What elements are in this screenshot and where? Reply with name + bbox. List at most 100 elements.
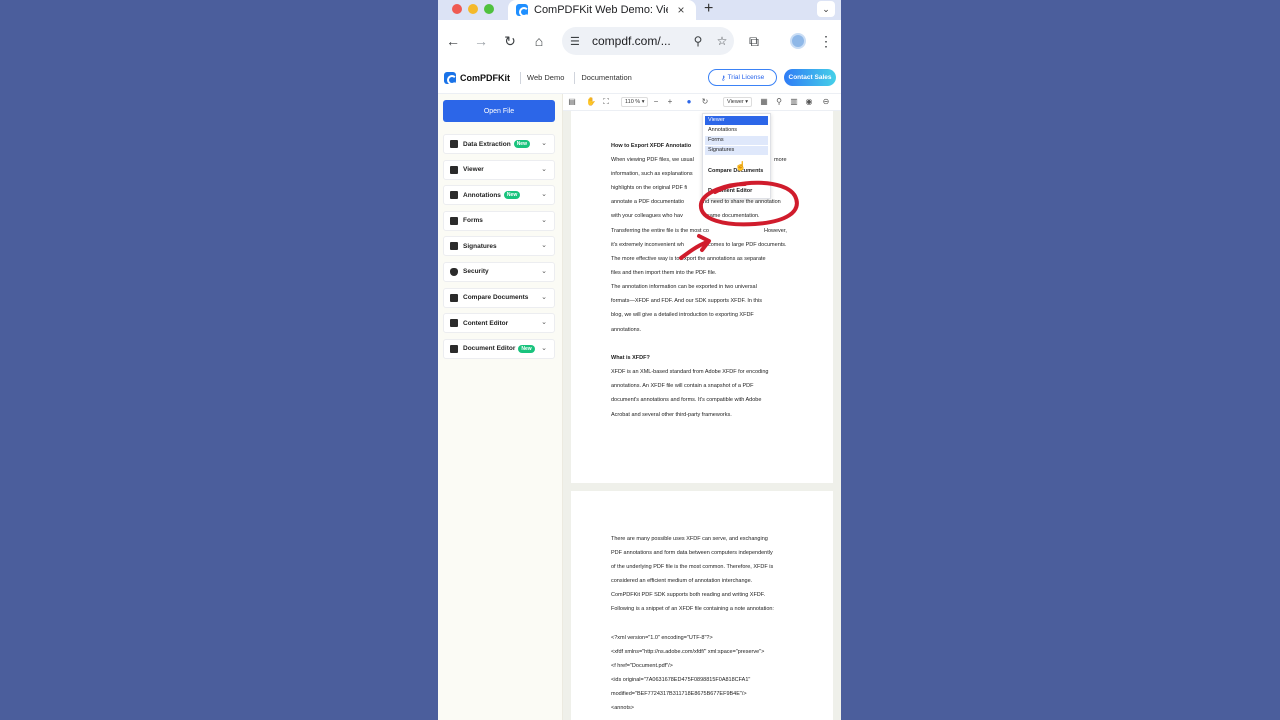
chevron-down-icon: ⌄ [541,319,547,327]
zoom-in-icon[interactable]: + [665,97,675,107]
tab-search-button[interactable]: ⌄ [817,1,835,17]
code-line: modified="BEF7724317B311718E8675B677EF9B… [611,691,747,697]
doc-text-line: with your colleagues who hav [611,213,683,219]
document-icon[interactable]: ▦ [759,97,769,107]
pan-hand-icon[interactable]: ✋ [586,97,596,107]
forward-icon[interactable]: → [472,32,490,50]
layout-icon[interactable]: ▥ [789,97,799,107]
compdfkit-logo-icon[interactable] [444,71,457,85]
red-circle-annotation [679,180,799,260]
profile-avatar[interactable] [790,33,806,49]
compare-documents-icon [450,293,458,302]
url-text[interactable]: compdf.com/... [592,34,686,48]
sidebar-item-compare-documents[interactable]: Compare Documents ⌄ [443,287,555,308]
doc-text-line: XFDF is an XML-based standard from Adobe… [611,369,769,375]
window-minimize-button[interactable] [468,4,478,14]
sidebar-item-viewer[interactable]: Viewer ⌄ [443,159,555,180]
nav-web-demo[interactable]: Web Demo [527,73,564,82]
code-line: <annots> [611,705,634,711]
doc-text-fragment: more [774,157,787,163]
menu-item-signatures[interactable]: Signatures [705,146,768,155]
contact-sales-button[interactable]: Contact Sales [784,69,836,86]
doc-subheading: What is XFDF? [611,355,650,361]
site-header: ComPDFKit Web Demo Documentation ⚷ Trial… [438,62,841,94]
code-line: <ids original="7A0631678ED475F0898815F0A… [611,677,751,683]
home-icon[interactable]: ⌂ [530,32,548,50]
more-options-icon[interactable]: ⊖ [821,97,831,107]
chevron-down-icon: ⌄ [541,140,547,147]
key-icon: ⚷ [720,74,726,82]
brand-name[interactable]: ComPDFKit [460,73,510,83]
theme-dot-icon[interactable]: ● [684,97,694,107]
tab-strip: ComPDFKit Web Demo: Viewer × + ⌄ [438,0,841,20]
trial-license-label: Trial License [727,74,765,81]
doc-text-line: blog, we will give a detailed introducti… [611,312,754,318]
feature-sidebar: Open File Data Extraction New ⌄ Viewer ⌄… [438,94,563,720]
nav-documentation[interactable]: Documentation [581,73,631,82]
window-maximize-button[interactable] [484,4,494,14]
doc-text-line: The annotation information can be export… [611,284,757,290]
doc-text-line: annotations. [611,327,641,333]
sidebar-item-annotations[interactable]: Annotations New ⌄ [443,185,555,206]
code-line: <f href="Document.pdf"/> [611,663,673,669]
extensions-icon[interactable]: ⧉ [745,32,763,50]
trial-license-button[interactable]: ⚷ Trial License [708,69,777,86]
browser-menu-icon[interactable]: ⋮ [817,32,835,50]
data-extraction-icon [450,140,458,148]
zoom-out-icon[interactable]: − [651,97,661,107]
doc-text-line: Following is a snippet of an XFDF file c… [611,606,774,612]
chevron-down-icon: ⌄ [541,191,547,199]
document-editor-icon [450,344,458,353]
header-divider [574,71,576,84]
doc-text-line: ComPDFKit PDF SDK supports both reading … [611,592,766,598]
window-close-button[interactable] [452,4,462,14]
fit-page-icon[interactable]: ⛶ [601,97,611,107]
menu-item-forms[interactable]: Forms [705,136,768,145]
omnibox[interactable]: ☰ compdf.com/... ⚲ ☆ [562,27,734,55]
sidebar-item-document-editor[interactable]: Document Editor New ⌄ [443,338,555,359]
sidebar-item-security[interactable]: Security ⌄ [443,261,555,282]
new-tab-button[interactable]: + [704,0,713,18]
menu-item-annotations[interactable]: Annotations [705,126,768,135]
browser-tab[interactable]: ComPDFKit Web Demo: Viewer × [508,0,696,20]
sidebar-item-data-extraction[interactable]: Data Extraction New ⌄ [443,134,555,154]
doc-text-line: files and then import them into the PDF … [611,270,717,276]
chevron-down-icon: ⌄ [541,293,547,301]
doc-text-line: When viewing PDF files, we usual [611,157,694,163]
new-badge: New [503,191,521,200]
doc-text-line: There are many possible uses XFDF can se… [611,536,768,542]
doc-text-line: formats—XFDF and FDF. And our SDK suppor… [611,298,762,304]
chevron-down-icon: ⌄ [541,267,547,275]
zoom-select[interactable]: 110 % ▾ [621,97,649,107]
mode-select[interactable]: Viewer ▾ [723,97,753,107]
doc-text-line: annotate a PDF documentatio [611,199,685,205]
sidebar-item-forms[interactable]: Forms ⌄ [443,210,555,231]
doc-text-line: document's annotations and forms. It's c… [611,397,762,403]
zoom-icon[interactable]: ⚲ [686,34,710,48]
sidebar-item-signatures[interactable]: Signatures ⌄ [443,236,555,257]
bookmark-star-icon[interactable]: ☆ [710,34,734,48]
site-info-icon[interactable]: ☰ [570,35,586,48]
tab-close-icon[interactable]: × [674,3,688,17]
new-badge: New [513,140,530,148]
doc-text-line: Acrobat and several other third-party fr… [611,412,732,418]
eye-icon[interactable]: ◉ [804,97,814,107]
new-badge: New [518,344,535,353]
menu-item-viewer[interactable]: Viewer [705,116,768,125]
search-icon[interactable]: ⚲ [774,97,784,107]
feature-list: Data Extraction New ⌄ Viewer ⌄ Annotatio… [443,134,555,364]
sidebar-item-label: Security [463,268,489,276]
browser-window: ComPDFKit Web Demo: Viewer × + ⌄ ← → ↻ ⌂… [438,0,841,720]
panel-toggle-icon[interactable]: ▤ [567,97,577,107]
open-file-button[interactable]: Open File [443,100,555,122]
shield-icon [450,267,458,276]
sidebar-item-content-editor[interactable]: Content Editor ⌄ [443,313,555,334]
reload-icon[interactable]: ↻ [501,32,519,50]
sidebar-item-label: Content Editor [463,319,509,327]
doc-text-line: it's extremely inconvenient wh [611,242,684,248]
annotations-icon [450,191,458,200]
doc-text-line: considered an efficient medium of annota… [611,578,753,584]
rotate-icon[interactable]: ↻ [700,97,710,107]
back-icon[interactable]: ← [444,32,462,50]
forms-icon [450,216,458,225]
